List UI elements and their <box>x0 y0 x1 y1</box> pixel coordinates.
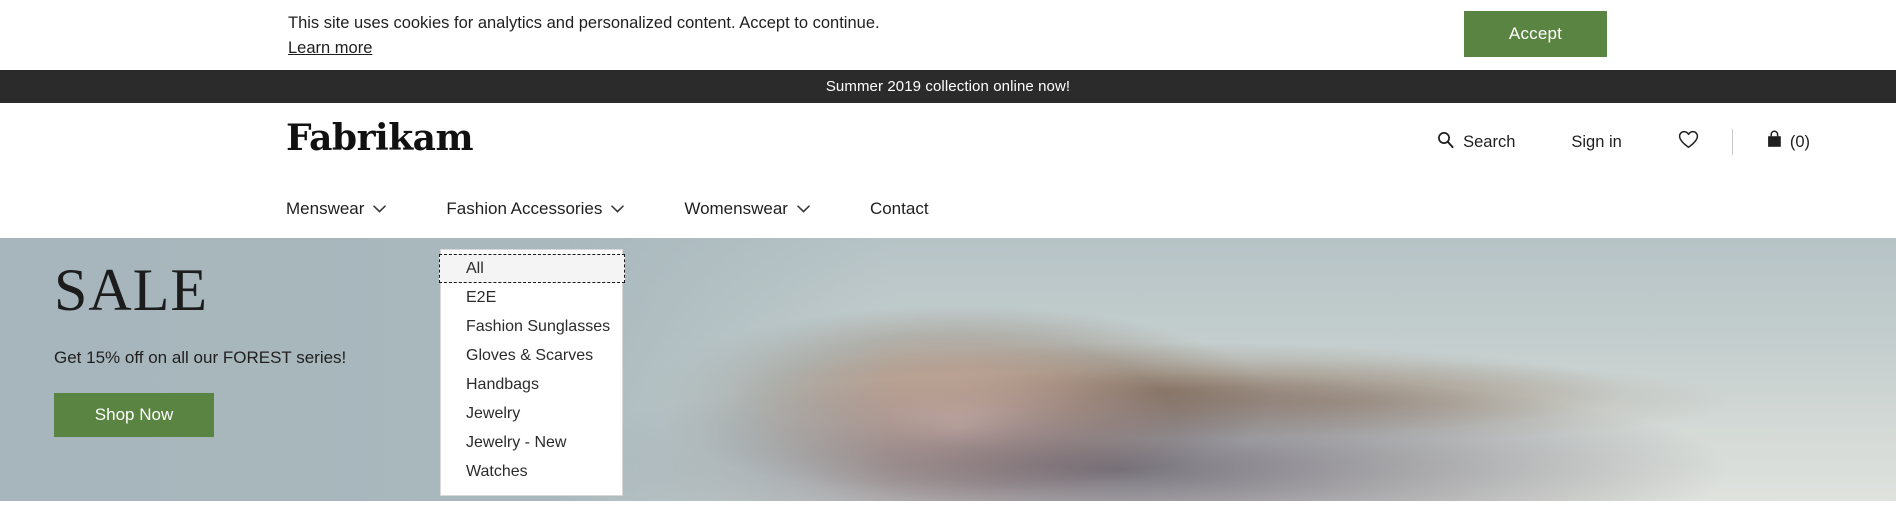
search-button[interactable]: Search <box>1437 131 1515 153</box>
hero-title: SALE <box>54 257 208 323</box>
nav-item-womenswear[interactable]: Womenswear <box>684 199 810 219</box>
shopping-bag-icon <box>1766 130 1783 154</box>
promo-banner-text: Summer 2019 collection online now! <box>825 78 1071 95</box>
dropdown-item-all[interactable]: All <box>439 254 625 283</box>
header-divider <box>1731 129 1733 155</box>
brand-logo[interactable]: Fabrikam <box>286 120 474 156</box>
shopping-bag-count: (0) <box>1789 132 1810 151</box>
nav-item-label: Menswear <box>286 199 365 218</box>
fashion-accessories-dropdown-menu: All E2E Fashion Sunglasses Gloves & Scar… <box>439 249 625 496</box>
dropdown-item-gloves-scarves[interactable]: Gloves & Scarves <box>441 341 622 370</box>
chevron-down-icon <box>797 205 810 213</box>
cookie-consent-message: This site uses cookies for analytics and… <box>288 14 880 32</box>
promo-banner: Summer 2019 collection online now! <box>0 70 1896 103</box>
dropdown-item-jewelry-new[interactable]: Jewelry - New <box>441 428 622 457</box>
nav-list: Menswear Fashion Accessories Womenswear … <box>286 180 929 238</box>
cookie-learn-more-link[interactable]: Learn more <box>288 37 372 61</box>
nav-item-menswear[interactable]: Menswear <box>286 199 387 219</box>
nav-item-label: Womenswear <box>684 199 788 218</box>
search-icon <box>1437 131 1454 153</box>
dropdown-item-e2e[interactable]: E2E <box>441 283 622 312</box>
dropdown-item-jewelry[interactable]: Jewelry <box>441 399 622 428</box>
hero-copy-block: SALE Get 15% off on all our FOREST serie… <box>54 260 346 437</box>
nav-item-label: Contact <box>869 199 929 218</box>
hero-banner: SALE Get 15% off on all our FOREST serie… <box>0 238 1896 501</box>
site-header: Fabrikam Search Sign in (0) <box>0 103 1896 180</box>
shop-now-button[interactable]: Shop Now <box>54 393 214 437</box>
nav-item-contact[interactable]: Contact <box>870 199 929 219</box>
heart-icon <box>1678 130 1699 154</box>
wishlist-button[interactable] <box>1678 130 1699 154</box>
main-navigation: Menswear Fashion Accessories Womenswear … <box>0 180 1896 238</box>
cookie-consent-bar: This site uses cookies for analytics and… <box>0 0 1896 70</box>
dropdown-item-fashion-sunglasses[interactable]: Fashion Sunglasses <box>441 312 622 341</box>
chevron-down-icon <box>611 205 625 213</box>
search-label: Search <box>1463 132 1516 151</box>
hero-subtitle: Get 15% off on all our FOREST series! <box>54 348 347 367</box>
header-utility-bar: Search Sign in (0) <box>1437 129 1810 155</box>
nav-item-fashion-accessories[interactable]: Fashion Accessories <box>446 199 625 219</box>
dropdown-item-handbags[interactable]: Handbags <box>441 370 622 399</box>
cookie-accept-button[interactable]: Accept <box>1464 11 1607 57</box>
chevron-down-icon <box>373 205 387 213</box>
dropdown-item-watches[interactable]: Watches <box>441 457 622 486</box>
shopping-bag-button[interactable]: (0) <box>1766 130 1810 154</box>
cookie-consent-text-block: This site uses cookies for analytics and… <box>288 12 880 61</box>
sign-in-link[interactable]: Sign in <box>1571 133 1621 152</box>
nav-item-label: Fashion Accessories <box>446 199 603 218</box>
